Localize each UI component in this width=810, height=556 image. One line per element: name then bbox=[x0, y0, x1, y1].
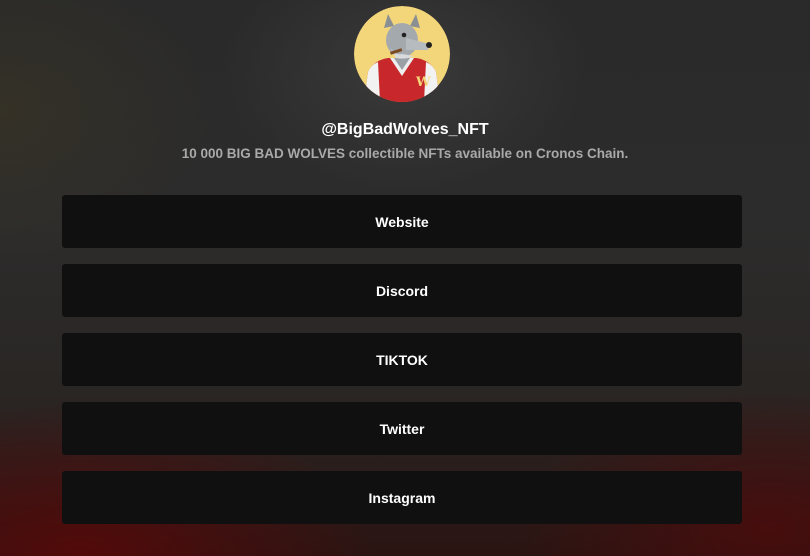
profile-handle: @BigBadWolves_NFT bbox=[321, 121, 489, 138]
svg-text:W: W bbox=[415, 75, 431, 90]
link-list: Website Discord TIKTOK Twitter Instagram bbox=[62, 195, 742, 540]
profile-bio: 10 000 BIG BAD WOLVES collectible NFTs a… bbox=[181, 146, 629, 161]
profile-page: W @BigBadWolves_NFT 10 000 BIG BAD WOLVE… bbox=[0, 0, 810, 556]
link-tiktok-button[interactable]: TIKTOK bbox=[62, 333, 742, 386]
profile-avatar: W bbox=[354, 6, 450, 102]
link-website-button[interactable]: Website bbox=[62, 195, 742, 248]
link-instagram-button[interactable]: Instagram bbox=[62, 471, 742, 524]
link-discord-button[interactable]: Discord bbox=[62, 264, 742, 317]
link-twitter-button[interactable]: Twitter bbox=[62, 402, 742, 455]
wolf-avatar-icon: W bbox=[354, 6, 450, 102]
